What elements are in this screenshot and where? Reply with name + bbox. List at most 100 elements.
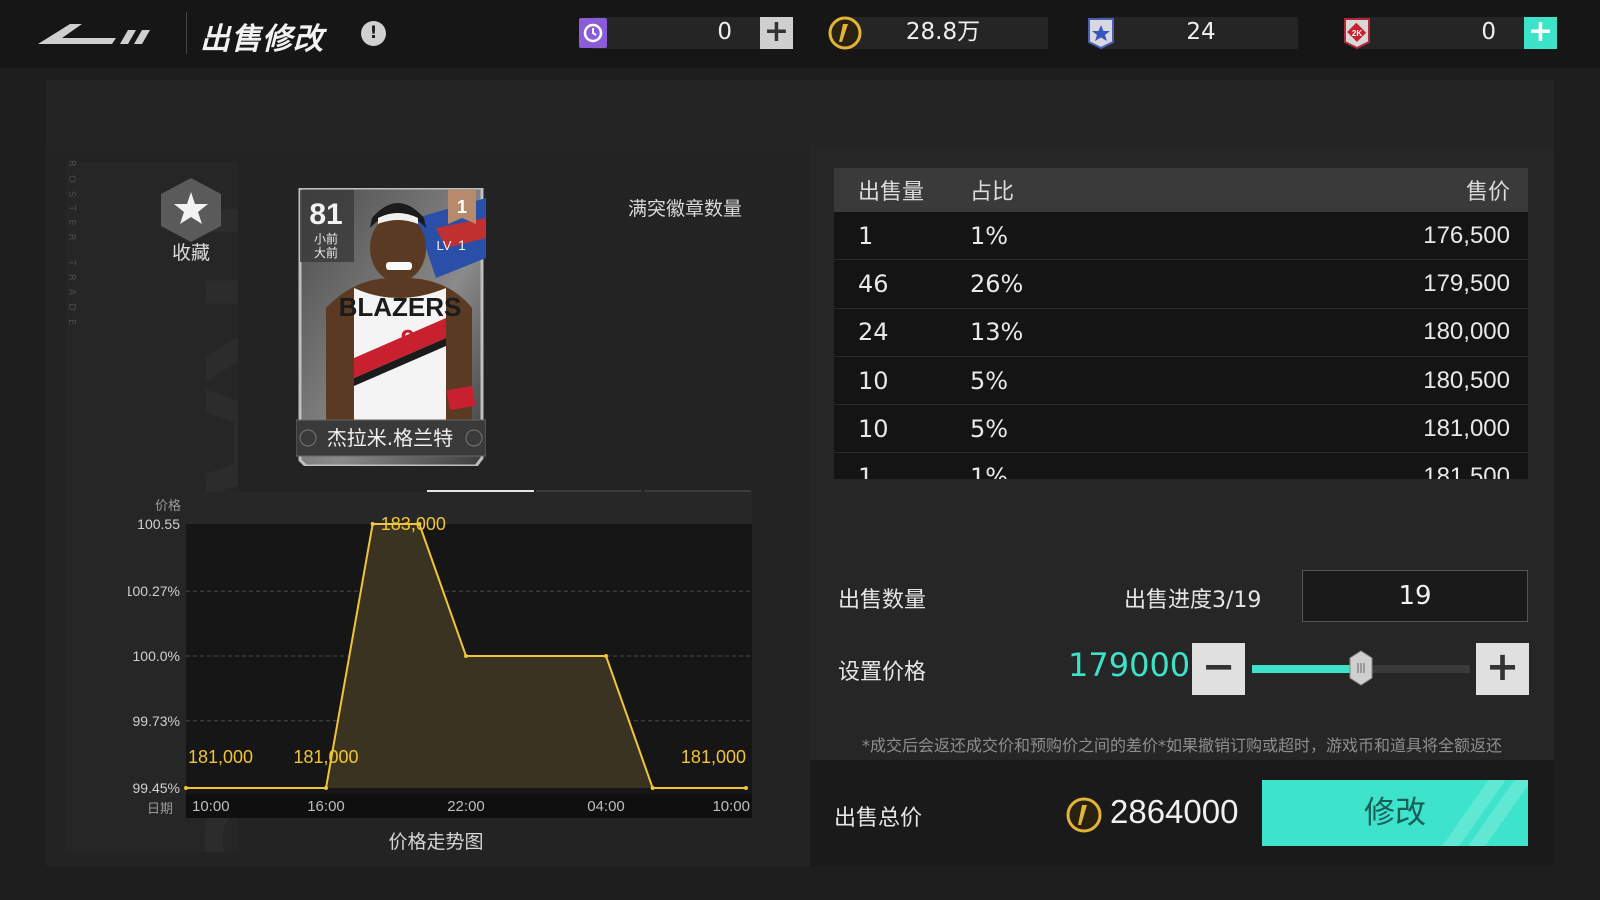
chart-y-tick-label: 99.45% <box>133 780 180 796</box>
table-row: 1 1% 176,500 <box>834 212 1528 261</box>
decrease-price-button[interactable]: − <box>1192 643 1245 695</box>
divider <box>186 12 187 54</box>
roster-trade-label: ROSTER TRADE <box>66 160 77 334</box>
currency-value: 0 <box>1481 19 1496 45</box>
header-price: 售价 <box>1465 179 1510 204</box>
cell-price: 180,500 <box>1423 366 1510 394</box>
sell-quantity-input[interactable]: 19 <box>1302 570 1528 622</box>
increase-price-button[interactable]: + <box>1476 643 1529 695</box>
table-row: 46 26% 179,500 <box>834 260 1528 309</box>
cell-ratio: 1% <box>970 221 1009 250</box>
currency-coin: 28.8万 <box>828 16 1048 50</box>
currency-value: 24 <box>1186 19 1216 45</box>
modify-button-label: 修改 <box>1364 795 1426 831</box>
chart-y-tick-label: 100.55 <box>137 516 180 532</box>
favorite-label: 收藏 <box>171 242 210 264</box>
slider-handle[interactable] <box>1349 650 1373 686</box>
table-row: 10 5% 181,000 <box>834 405 1528 454</box>
coin-icon <box>828 16 862 50</box>
chart-x-tick-label: 04:00 <box>587 798 625 815</box>
chart-x-tick-label: 10:00 <box>192 798 230 815</box>
cell-quantity: 10 <box>858 414 889 443</box>
card-level-badge: 1 <box>457 197 467 217</box>
currency-2k-token: 2K 0 + <box>1342 16 1557 50</box>
card-lv-value: 1 <box>458 237 466 253</box>
chart-point <box>744 786 748 790</box>
cell-price: 181,000 <box>1423 414 1510 442</box>
slider-fill <box>1252 665 1361 673</box>
chart-point <box>324 786 328 790</box>
header-ratio: 占比 <box>970 180 1015 205</box>
cell-quantity: 46 <box>858 269 889 298</box>
page-title: 出售修改 <box>200 22 324 57</box>
chart-data-label: 181,000 <box>188 747 253 767</box>
cell-quantity: 1 <box>858 463 874 479</box>
chart-x-tick-label: 10:00 <box>712 798 750 815</box>
chart-header-band <box>186 492 752 524</box>
chart-y-tick-label: 100.27% <box>128 583 180 599</box>
cell-quantity: 10 <box>858 366 889 395</box>
table-header: 出售量 占比 售价 <box>834 168 1528 212</box>
cell-ratio: 1% <box>970 463 1009 479</box>
refund-note: *成交后会返还成交价和预购价之间的差价*如果撤销订购或超时，游戏币和道具将全额返… <box>862 736 1503 755</box>
chart-point <box>184 786 188 790</box>
header-band <box>46 80 1554 146</box>
sell-quantity-label: 出售数量 <box>838 588 927 613</box>
chart-data-label: 181,000 <box>681 747 746 767</box>
table-row: 10 5% 180,500 <box>834 357 1528 406</box>
table-row: 1 1% 181,500 <box>834 453 1528 479</box>
player-name: 杰拉米.格兰特 <box>326 426 454 450</box>
total-price-value: 2864000 <box>1110 793 1239 830</box>
cell-price: 179,500 <box>1423 269 1510 297</box>
star-icon <box>161 178 221 242</box>
currency-star-token: 24 <box>1086 16 1298 50</box>
cell-quantity: 24 <box>858 318 889 347</box>
back-logo-icon[interactable] <box>38 20 150 48</box>
cell-ratio: 5% <box>970 414 1009 443</box>
orders-table: 出售量 占比 售价 1 1% 176,500 46 26% 179,500 24… <box>834 168 1528 479</box>
chart-x-tick-label: 16:00 <box>307 798 345 815</box>
chart-data-label: 181,000 <box>293 747 358 767</box>
cell-ratio: 13% <box>970 318 1024 347</box>
favorite-button[interactable]: 收藏 <box>156 176 226 268</box>
card-position-2: 大前 <box>314 245 338 260</box>
cell-ratio: 26% <box>970 269 1024 298</box>
card-jersey: 9 <box>401 324 415 354</box>
price-value: 179000 <box>1068 646 1191 684</box>
chart-y-tick-label: 100.0% <box>133 648 180 664</box>
chart-point <box>650 786 655 790</box>
card-lv-label: LV <box>437 238 452 253</box>
chart-y-axis-label: 价格 <box>155 498 181 514</box>
chart-x-axis-label: 日期 <box>147 802 173 817</box>
chart-caption: 价格走势图 <box>388 831 483 853</box>
top-bar: 出售修改 ! 0 + 28.8万 24 2K 0 + <box>0 0 1600 68</box>
table-row: 24 13% 180,000 <box>834 309 1528 357</box>
chart-data-label: 183,000 <box>381 514 446 534</box>
cell-quantity: 1 <box>858 221 874 250</box>
chart-point <box>370 522 375 526</box>
star-token-icon <box>1088 18 1114 50</box>
card-rating: 81 <box>309 198 342 231</box>
set-price-label: 设置价格 <box>838 660 927 685</box>
cell-ratio: 5% <box>970 366 1009 395</box>
chart-point <box>604 654 608 658</box>
currency-value: 28.8万 <box>905 19 981 45</box>
price-trend-chart: 价格 日期 100.55 100.27% 100.0% 99.73% 99.45% 10… <box>128 492 752 853</box>
chart-y-tick-label: 99.73% <box>133 713 180 729</box>
total-price-label: 出售总价 <box>834 806 923 831</box>
badge-count-label: 满突徽章数量 <box>628 198 743 220</box>
add-2k-token-button[interactable]: + <box>1524 17 1557 49</box>
chart-x-tick-label: 22:00 <box>447 798 485 815</box>
cell-price: 180,000 <box>1423 318 1510 346</box>
modify-button[interactable]: 修改 <box>1262 780 1528 846</box>
info-icon[interactable]: ! <box>361 21 386 46</box>
card-team: BLAZERS <box>339 292 462 322</box>
header-quantity: 出售量 <box>858 180 925 205</box>
currency-value: 0 <box>717 19 732 45</box>
cell-price: 176,500 <box>1423 221 1510 249</box>
currency-ticket: 0 + <box>578 16 793 50</box>
card-position-1: 小前 <box>314 231 338 246</box>
chart-point <box>464 654 468 658</box>
cell-price: 181,500 <box>1423 463 1510 479</box>
add-ticket-button[interactable]: + <box>760 17 793 49</box>
